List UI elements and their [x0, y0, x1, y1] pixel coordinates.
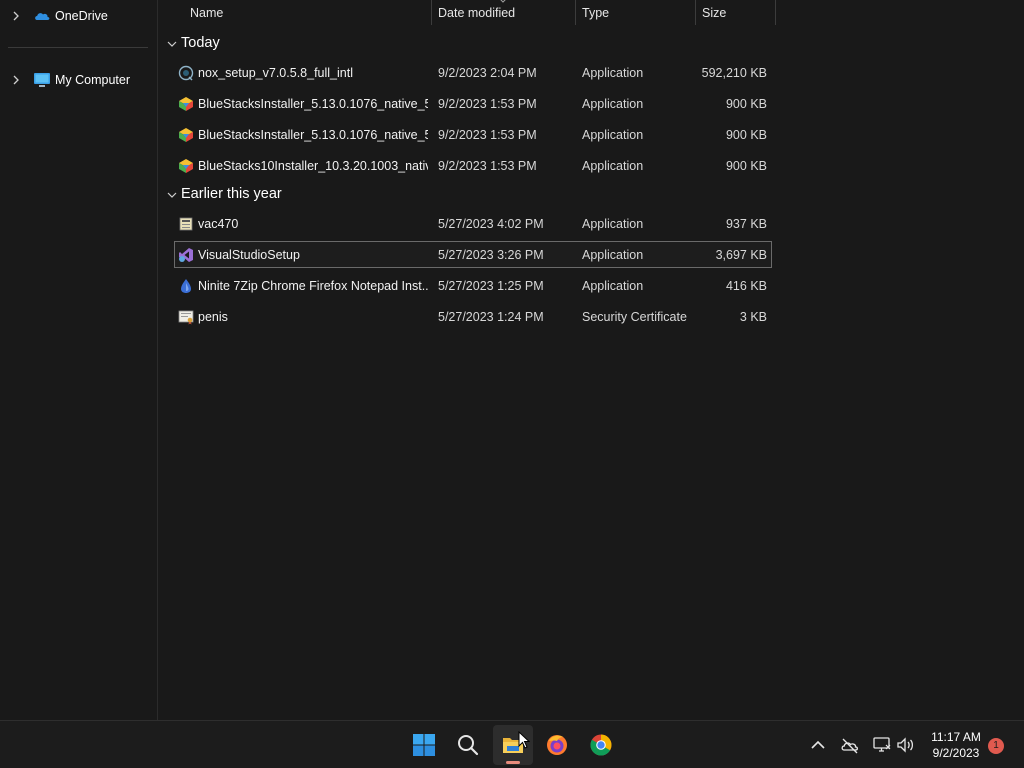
- file-list-view: Name Date modified Type Size Today nox_s…: [159, 0, 1024, 720]
- certificate-icon: [178, 310, 194, 325]
- column-header-size[interactable]: Size: [702, 6, 726, 20]
- taskbar: 11:17 AM 9/2/2023 1: [0, 720, 1024, 768]
- nav-item-label: OneDrive: [55, 9, 108, 23]
- ninite-icon: [181, 279, 191, 293]
- file-type: Security Certificate: [582, 310, 687, 324]
- file-row[interactable]: penis 5/27/2023 1:24 PM Security Certifi…: [174, 303, 772, 330]
- file-row[interactable]: BlueStacksInstaller_5.13.0.1076_native_5…: [174, 121, 772, 148]
- file-row[interactable]: BlueStacks10Installer_10.3.20.1003_nativ…: [174, 152, 772, 179]
- file-size: 900 KB: [725, 97, 767, 111]
- chevron-right-icon[interactable]: [11, 11, 21, 21]
- file-row[interactable]: vac470 5/27/2023 4:02 PM Application 937…: [174, 210, 772, 237]
- column-header-bar: Name Date modified Type Size: [159, 0, 1024, 25]
- clock-date: 9/2/2023: [932, 746, 980, 760]
- file-size: 937 KB: [725, 217, 767, 231]
- file-name: VisualStudioSetup: [198, 248, 300, 262]
- mouse-cursor-icon: [518, 731, 530, 749]
- group-header-earlier-this-year[interactable]: Earlier this year: [159, 184, 779, 206]
- file-type: Application: [582, 217, 644, 231]
- cloud-icon: [35, 13, 50, 20]
- file-size: 3,697 KB: [715, 248, 767, 262]
- group-label: Earlier this year: [181, 186, 282, 202]
- file-type: Application: [582, 279, 644, 293]
- group-label: Today: [181, 35, 220, 51]
- start-button[interactable]: [404, 725, 444, 765]
- bluestacks-icon: [179, 128, 193, 142]
- file-type: Application: [582, 248, 644, 262]
- file-size: 900 KB: [725, 159, 767, 173]
- onedrive-offline-icon[interactable]: [840, 735, 860, 755]
- bluestacks-icon: [179, 97, 193, 111]
- nav-divider: [8, 47, 148, 48]
- chevron-down-icon[interactable]: [167, 191, 177, 199]
- installer-icon: [179, 217, 193, 231]
- navigation-pane: OneDrive My Computer: [0, 0, 158, 720]
- firefox-icon: [547, 735, 567, 755]
- chevron-up-icon[interactable]: [808, 735, 828, 755]
- column-header-name[interactable]: Name: [190, 6, 223, 20]
- taskbar-firefox-button[interactable]: [537, 725, 577, 765]
- file-type: Application: [582, 128, 644, 142]
- search-icon: [458, 735, 479, 756]
- clock-time: 11:17 AM: [931, 730, 981, 744]
- file-name: BlueStacks10Installer_10.3.20.1003_nativ…: [198, 159, 428, 173]
- taskbar-search-button[interactable]: [448, 725, 488, 765]
- chevron-down-icon[interactable]: [167, 40, 177, 48]
- group-header-today[interactable]: Today: [159, 33, 779, 55]
- file-row[interactable]: nox_setup_v7.0.5.8_full_intl 9/2/2023 2:…: [174, 59, 772, 86]
- file-size: 3 KB: [739, 310, 767, 324]
- windows-start-icon: [413, 734, 435, 756]
- file-date: 5/27/2023 3:26 PM: [438, 248, 544, 262]
- column-divider[interactable]: [575, 0, 576, 25]
- file-type: Application: [582, 66, 644, 80]
- column-divider[interactable]: [775, 0, 776, 25]
- file-row-selected[interactable]: VisualStudioSetup 5/27/2023 3:26 PM Appl…: [174, 241, 772, 268]
- file-type: Application: [582, 159, 644, 173]
- nav-item-my-computer[interactable]: My Computer: [0, 66, 158, 94]
- column-divider[interactable]: [431, 0, 432, 25]
- taskbar-chrome-button[interactable]: [581, 725, 621, 765]
- column-header-date[interactable]: Date modified: [438, 6, 515, 20]
- active-app-indicator: [506, 761, 520, 764]
- file-date: 5/27/2023 4:02 PM: [438, 217, 544, 231]
- file-size: 416 KB: [725, 279, 767, 293]
- file-name: Ninite 7Zip Chrome Firefox Notepad Inst.…: [198, 279, 428, 293]
- sort-indicator-icon: [500, 0, 506, 3]
- file-size: 900 KB: [725, 128, 767, 142]
- file-date: 9/2/2023 1:53 PM: [438, 97, 537, 111]
- column-divider[interactable]: [695, 0, 696, 25]
- file-name: vac470: [198, 217, 239, 231]
- nav-item-onedrive[interactable]: OneDrive: [0, 2, 158, 30]
- chevron-right-icon[interactable]: [11, 75, 21, 85]
- notification-badge[interactable]: 1: [988, 738, 1004, 754]
- file-date: 9/2/2023 2:04 PM: [438, 66, 537, 80]
- volume-icon[interactable]: [896, 735, 916, 755]
- nox-icon: [178, 65, 194, 81]
- file-row[interactable]: BlueStacksInstaller_5.13.0.1076_native_5…: [174, 90, 772, 117]
- file-type: Application: [582, 97, 644, 111]
- file-size: 592,210 KB: [701, 66, 767, 80]
- bluestacks-icon: [179, 159, 193, 173]
- network-icon[interactable]: [872, 735, 892, 755]
- file-name: BlueStacksInstaller_5.13.0.1076_native_5…: [198, 97, 428, 111]
- chrome-icon: [590, 734, 612, 756]
- file-date: 5/27/2023 1:24 PM: [438, 310, 544, 324]
- column-header-type[interactable]: Type: [582, 6, 609, 20]
- file-name: BlueStacksInstaller_5.13.0.1076_native_5…: [198, 128, 428, 142]
- computer-icon: [34, 73, 50, 87]
- file-name: nox_setup_v7.0.5.8_full_intl: [198, 66, 353, 80]
- nav-item-label: My Computer: [55, 73, 131, 87]
- file-row[interactable]: Ninite 7Zip Chrome Firefox Notepad Inst.…: [174, 272, 772, 299]
- visual-studio-icon: [179, 248, 193, 262]
- file-date: 9/2/2023 1:53 PM: [438, 128, 537, 142]
- file-date: 9/2/2023 1:53 PM: [438, 159, 537, 173]
- system-clock[interactable]: 11:17 AM 9/2/2023: [920, 729, 992, 761]
- file-date: 5/27/2023 1:25 PM: [438, 279, 544, 293]
- file-name: penis: [198, 310, 228, 324]
